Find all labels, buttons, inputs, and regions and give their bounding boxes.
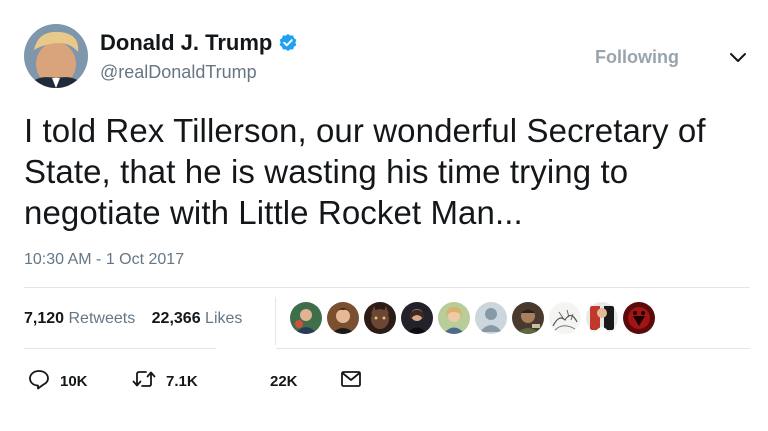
envelope-icon — [340, 369, 362, 394]
liker-avatar[interactable] — [290, 302, 322, 334]
direct-message-button[interactable] — [340, 368, 362, 394]
tweet-text: I told Rex Tillerson, our wonderful Secr… — [24, 112, 706, 231]
chevron-down-icon[interactable] — [729, 51, 747, 65]
liker-avatar[interactable] — [549, 302, 581, 334]
likers-avatars — [290, 302, 655, 334]
author-avatar[interactable] — [24, 24, 88, 88]
following-button[interactable]: Following — [586, 44, 688, 70]
display-name-text[interactable]: Donald J. Trump — [100, 30, 272, 56]
likes-stat[interactable]: 22,366 Likes — [152, 310, 243, 327]
liker-avatar[interactable] — [401, 302, 433, 334]
retweets-count: 7,120 — [24, 310, 65, 327]
liker-avatar[interactable] — [364, 302, 396, 334]
author-display-name[interactable]: Donald J. Trump — [100, 30, 298, 56]
reply-count: 10K — [60, 372, 88, 390]
tweet-actions: 10K 7.1K 22K — [24, 368, 384, 394]
divider — [276, 348, 750, 349]
liker-avatar[interactable] — [586, 302, 618, 334]
retweet-count: 7.1K — [166, 372, 198, 390]
likes-count: 22,366 — [151, 310, 201, 327]
liker-avatar[interactable] — [438, 302, 470, 334]
retweets-label: Retweets — [68, 310, 136, 327]
likes-label: Likes — [205, 310, 243, 327]
liker-avatar[interactable] — [475, 302, 507, 334]
divider — [24, 287, 750, 288]
retweet-icon — [132, 368, 156, 395]
verified-badge-icon — [278, 33, 298, 53]
like-count: 22K — [270, 372, 298, 390]
divider — [24, 348, 216, 349]
reply-icon — [28, 368, 50, 395]
retweet-button[interactable]: 7.1K — [132, 368, 198, 394]
retweets-stat[interactable]: 7,120 Retweets — [24, 310, 135, 327]
like-button[interactable]: 22K — [270, 368, 298, 394]
liker-avatar[interactable] — [623, 302, 655, 334]
stats-divider — [275, 297, 276, 345]
tweet-timestamp[interactable]: 10:30 AM - 1 Oct 2017 — [24, 250, 184, 270]
liker-avatar[interactable] — [512, 302, 544, 334]
liker-avatar[interactable] — [327, 302, 359, 334]
reply-button[interactable]: 10K — [28, 368, 88, 394]
author-handle[interactable]: @realDonaldTrump — [100, 61, 257, 83]
tweet-stats: 7,120 Retweets 22,366 Likes — [24, 308, 242, 330]
